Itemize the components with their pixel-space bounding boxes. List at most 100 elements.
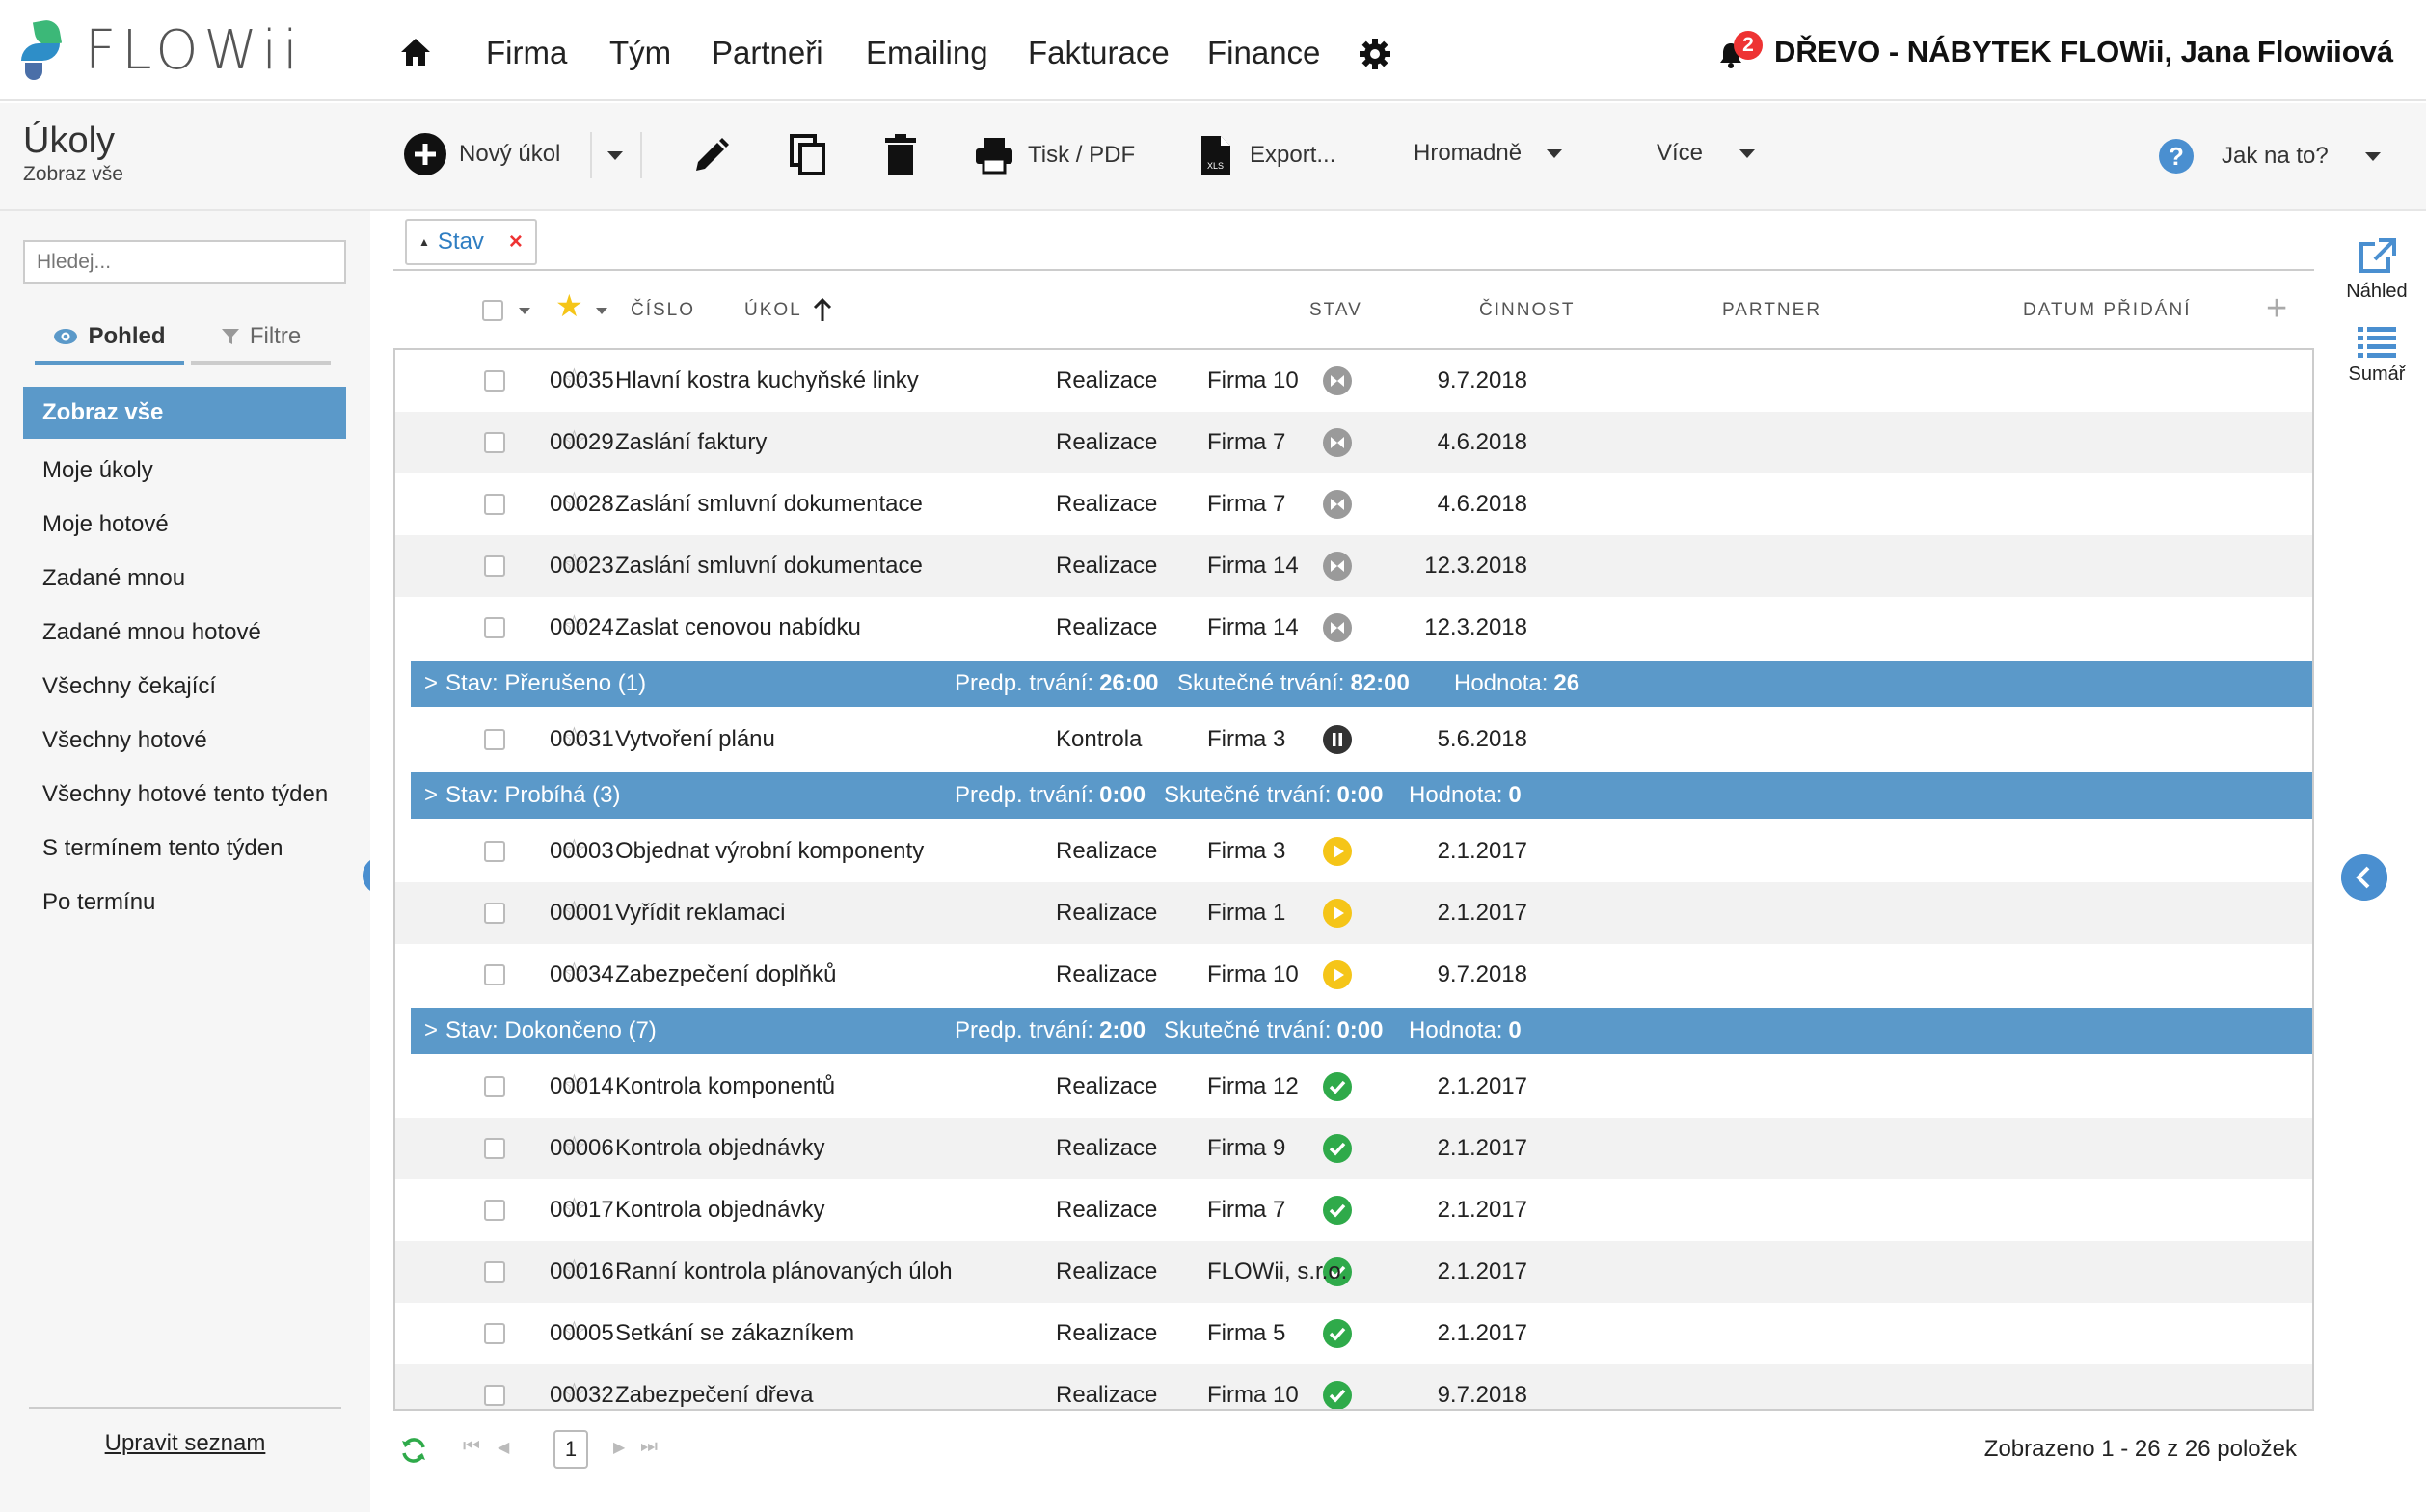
row-checkbox[interactable] bbox=[484, 432, 505, 453]
table-row[interactable]: ☆ 00003 Objednat výrobní komponenty Realiza… bbox=[395, 821, 2312, 882]
header-date-added[interactable]: DATUM PŘIDÁNÍ bbox=[2023, 300, 2191, 321]
expand-panel-chevron-left-icon[interactable] bbox=[2341, 854, 2387, 901]
flowii-logo[interactable]: FLOWii bbox=[21, 17, 304, 82]
row-checkbox[interactable] bbox=[484, 1076, 505, 1097]
header-status[interactable]: STAV bbox=[1309, 300, 1362, 321]
nav-partneri[interactable]: Partneři bbox=[712, 35, 823, 71]
task-name[interactable]: Setkání se zákazníkem bbox=[615, 1303, 854, 1364]
sidebar-item-done-this-week[interactable]: Všechny hotové tento týden bbox=[23, 769, 346, 821]
table-row[interactable]: ☆ 00029 Zaslání faktury Realizace Firma 7 4.6… bbox=[395, 412, 2312, 473]
gear-icon[interactable] bbox=[1358, 37, 1392, 71]
copy-icon[interactable] bbox=[789, 134, 827, 176]
table-row[interactable]: ☆ 00001 Vyřídit reklamaci Realizace Firma 12… bbox=[395, 882, 2312, 944]
trash-icon[interactable] bbox=[883, 134, 918, 176]
current-page[interactable]: 1 bbox=[553, 1430, 588, 1469]
row-checkbox[interactable] bbox=[484, 555, 505, 577]
header-partner[interactable]: PARTNER bbox=[1722, 300, 1821, 321]
task-partner[interactable]: Firma 7 bbox=[1207, 473, 1285, 535]
task-partner[interactable]: Firma 5 bbox=[1207, 1303, 1285, 1364]
select-all-checkbox[interactable] bbox=[482, 300, 503, 321]
header-task[interactable]: ÚKOL bbox=[744, 300, 802, 321]
row-checkbox[interactable] bbox=[484, 1323, 505, 1344]
task-name[interactable]: Zaslání smluvní dokumentace bbox=[615, 473, 923, 535]
task-partner[interactable]: Firma 12 bbox=[1207, 1056, 1299, 1118]
task-name[interactable]: Vyřídit reklamaci bbox=[615, 882, 785, 944]
table-row[interactable]: ☆ 00023 Zaslání smluvní dokumentace Realiza… bbox=[395, 535, 2312, 597]
export-button[interactable]: XLS Export... bbox=[1200, 134, 1335, 176]
task-name[interactable]: Objednat výrobní komponenty bbox=[615, 821, 924, 882]
home-icon[interactable] bbox=[399, 37, 432, 68]
sidebar-item-due-this-week[interactable]: S termínem tento týden bbox=[23, 823, 346, 875]
table-row[interactable]: ☆ 00032 Zabezpečení dřeva Realizace Firma 10… bbox=[395, 1364, 2312, 1409]
row-checkbox[interactable] bbox=[484, 370, 505, 392]
bulk-actions-dropdown[interactable]: Hromadně bbox=[1414, 140, 1563, 167]
task-name[interactable]: Zabezpečení dřeva bbox=[615, 1364, 813, 1409]
table-row[interactable]: ☆ 00035 Hlavní kostra kuchyňské linky Reali… bbox=[395, 350, 2312, 412]
row-checkbox[interactable] bbox=[484, 964, 505, 986]
task-partner[interactable]: Firma 7 bbox=[1207, 1179, 1285, 1241]
row-checkbox[interactable] bbox=[484, 903, 505, 924]
task-partner[interactable]: Firma 3 bbox=[1207, 821, 1285, 882]
sort-arrow-up-icon[interactable] bbox=[812, 298, 833, 323]
group-label[interactable]: > Stav: Přerušeno (1) bbox=[424, 661, 646, 707]
first-page-icon[interactable]: ⏮ bbox=[463, 1436, 480, 1458]
table-row[interactable]: ☆ 00017 Kontrola objednávky Realizace Firma … bbox=[395, 1179, 2312, 1241]
search-input[interactable] bbox=[23, 240, 346, 284]
tab-view[interactable]: Pohled bbox=[35, 312, 184, 364]
more-actions-dropdown[interactable]: Více bbox=[1657, 140, 1756, 167]
sidebar-item-show-all[interactable]: Zobraz vše bbox=[23, 387, 346, 439]
print-pdf-button[interactable]: Tisk / PDF bbox=[974, 136, 1135, 175]
task-partner[interactable]: Firma 14 bbox=[1207, 535, 1299, 597]
task-partner[interactable]: Firma 7 bbox=[1207, 412, 1285, 473]
nav-finance[interactable]: Finance bbox=[1207, 35, 1320, 71]
last-page-icon[interactable]: ⏭ bbox=[640, 1436, 658, 1458]
preview-button[interactable]: Náhled bbox=[2328, 236, 2426, 303]
group-header[interactable]: > Stav: Přerušeno (1) Predp. trvání: 26:00 S… bbox=[411, 661, 2312, 707]
add-column-icon[interactable]: + bbox=[2266, 288, 2287, 330]
task-partner[interactable]: Firma 10 bbox=[1207, 1364, 1299, 1409]
company-user-name[interactable]: DŘEVO - NÁBYTEK FLOWii, Jana Flowiiová bbox=[1774, 35, 2393, 69]
sidebar-item-all-waiting[interactable]: Všechny čekající bbox=[23, 661, 346, 713]
task-partner[interactable]: Firma 1 bbox=[1207, 882, 1285, 944]
next-page-icon[interactable]: ▶ bbox=[613, 1438, 625, 1457]
row-checkbox[interactable] bbox=[484, 1261, 505, 1282]
task-partner[interactable]: Firma 3 bbox=[1207, 709, 1285, 770]
row-checkbox[interactable] bbox=[484, 729, 505, 750]
task-name[interactable]: Kontrola objednávky bbox=[615, 1118, 824, 1179]
chevron-down-icon[interactable] bbox=[519, 308, 530, 314]
task-partner[interactable]: Firma 10 bbox=[1207, 350, 1299, 412]
chevron-down-icon[interactable] bbox=[596, 308, 607, 314]
header-activity[interactable]: ČINNOST bbox=[1479, 300, 1576, 321]
header-number[interactable]: ČÍSLO bbox=[631, 300, 695, 321]
tab-filter[interactable]: Filtre bbox=[191, 312, 331, 364]
sidebar-item-my-done[interactable]: Moje hotové bbox=[23, 499, 346, 551]
refresh-icon[interactable] bbox=[399, 1436, 428, 1465]
summary-button[interactable]: Sumář bbox=[2328, 325, 2426, 386]
table-row[interactable]: ☆ 00006 Kontrola objednávky Realizace Firma … bbox=[395, 1118, 2312, 1179]
help-dropdown[interactable]: ? Jak na to? bbox=[2158, 138, 2381, 175]
row-checkbox[interactable] bbox=[484, 494, 505, 515]
task-name[interactable]: Zabezpečení doplňků bbox=[615, 944, 837, 1006]
task-partner[interactable]: FLOWii, s.r.o. bbox=[1207, 1241, 1347, 1303]
task-name[interactable]: Zaslání smluvní dokumentace bbox=[615, 535, 923, 597]
table-row[interactable]: ☆ 00028 Zaslání smluvní dokumentace Realiza… bbox=[395, 473, 2312, 535]
table-row[interactable]: ☆ 00016 Ranní kontrola plánovaných úloh Rea… bbox=[395, 1241, 2312, 1303]
task-partner[interactable]: Firma 9 bbox=[1207, 1118, 1285, 1179]
row-checkbox[interactable] bbox=[484, 617, 505, 638]
task-name[interactable]: Hlavní kostra kuchyňské linky bbox=[615, 350, 919, 412]
task-partner[interactable]: Firma 10 bbox=[1207, 944, 1299, 1006]
sidebar-item-assigned-by-me[interactable]: Zadané mnou bbox=[23, 553, 346, 605]
remove-chip-icon[interactable]: × bbox=[509, 229, 523, 256]
nav-emailing[interactable]: Emailing bbox=[866, 35, 988, 71]
nav-fakturace[interactable]: Fakturace bbox=[1028, 35, 1170, 71]
row-checkbox[interactable] bbox=[484, 1138, 505, 1159]
row-checkbox[interactable] bbox=[484, 841, 505, 862]
group-header[interactable]: > Stav: Probíhá (3) Predp. trvání: 0:00 Skut… bbox=[411, 772, 2312, 819]
task-name[interactable]: Zaslat cenovou nabídku bbox=[615, 597, 861, 659]
edit-list-link[interactable]: Upravit seznam bbox=[0, 1430, 370, 1457]
star-filled-icon[interactable]: ★ bbox=[555, 290, 583, 321]
prev-page-icon[interactable]: ◀ bbox=[498, 1438, 509, 1457]
task-partner[interactable]: Firma 14 bbox=[1207, 597, 1299, 659]
table-row[interactable]: ☆ 00024 Zaslat cenovou nabídku Realizace Fir… bbox=[395, 597, 2312, 659]
table-row[interactable]: ☆ 00014 Kontrola komponentů Realizace Firma … bbox=[395, 1056, 2312, 1118]
